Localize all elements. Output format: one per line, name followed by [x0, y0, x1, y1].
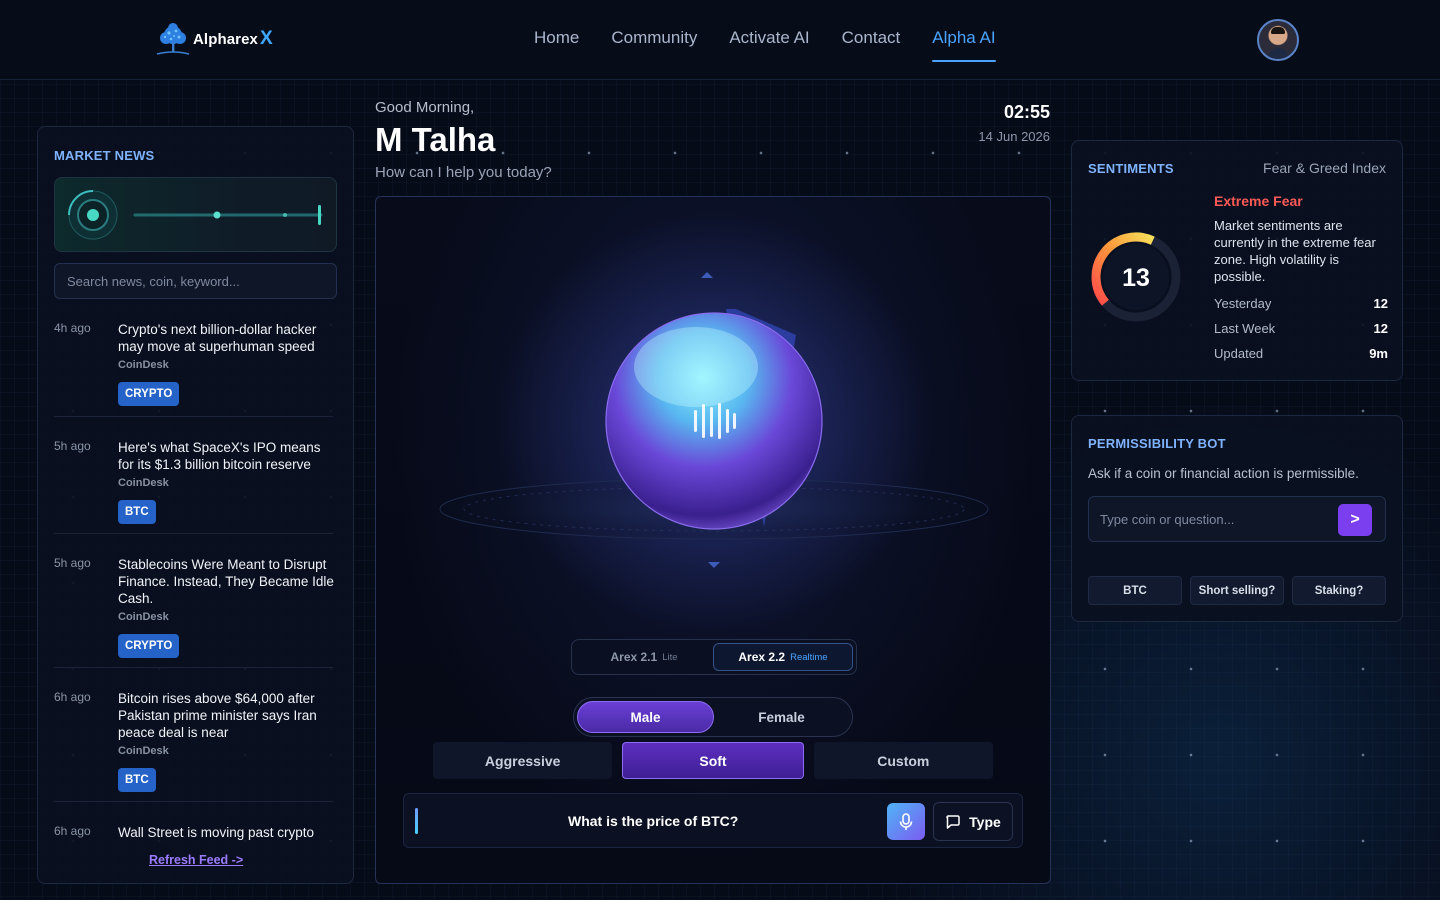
sentiment-level: Extreme Fear — [1214, 193, 1303, 209]
type-label: Type — [969, 813, 1001, 830]
fear-greed-label: Fear & Greed Index — [1263, 160, 1386, 176]
news-tag[interactable]: BTC — [118, 500, 156, 524]
news-item[interactable]: 4h ago Crypto's next billion-dollar hack… — [54, 321, 333, 417]
news-time: 5h ago — [54, 556, 91, 570]
voice-orb-visual — [376, 197, 1050, 632]
news-headline[interactable]: Crypto's next billion-dollar hacker may … — [118, 321, 336, 355]
permissibility-submit-button[interactable]: > — [1338, 504, 1372, 536]
permissibility-input[interactable] — [1100, 508, 1340, 530]
news-tag[interactable]: BTC — [118, 768, 156, 792]
news-tag[interactable]: CRYPTO — [118, 382, 180, 406]
nav-community[interactable]: Community — [611, 28, 697, 62]
stat-last-week: Last Week 12 — [1214, 321, 1388, 336]
current-query[interactable]: What is the price of BTC? — [568, 813, 738, 829]
model-option-arex-2-2[interactable]: Arex 2.2 Realtime — [713, 643, 853, 671]
model-name: Arex 2.2 — [738, 650, 786, 664]
chip-staking[interactable]: Staking? — [1292, 576, 1386, 605]
news-search-input[interactable] — [54, 263, 337, 299]
help-prompt: How can I help you today? — [375, 164, 552, 181]
news-time: 5h ago — [54, 439, 91, 453]
nav-contact[interactable]: Contact — [842, 28, 901, 62]
model-tier: Realtime — [790, 651, 828, 663]
stat-yesterday: Yesterday 12 — [1214, 296, 1388, 311]
news-source: CoinDesk — [118, 477, 169, 489]
user-avatar[interactable] — [1257, 19, 1299, 61]
news-source: CoinDesk — [118, 359, 169, 371]
chat-bubble-icon — [946, 814, 960, 829]
news-source: CoinDesk — [118, 611, 169, 623]
suggestion-chips: BTC Short selling? Staking? — [1088, 576, 1386, 605]
fear-greed-gauge: 13 — [1091, 232, 1181, 322]
stat-value: 9m — [1369, 346, 1388, 361]
voice-male-option[interactable]: Male — [577, 701, 714, 733]
news-item[interactable]: 5h ago Stablecoins Were Meant to Disrupt… — [54, 556, 336, 668]
greeting: Good Morning, — [375, 99, 475, 116]
voice-female-option[interactable]: Female — [714, 701, 849, 733]
permissibility-title: PERMISSIBILITY BOT — [1088, 436, 1226, 451]
chip-short-selling[interactable]: Short selling? — [1190, 576, 1284, 605]
stat-label: Yesterday — [1214, 296, 1272, 311]
nav-home[interactable]: Home — [534, 28, 579, 62]
tone-mode-selector: Aggressive Soft Custom — [433, 742, 993, 779]
market-news-panel: MARKET NEWS 4h ago Crypto's next billion… — [37, 126, 354, 884]
mode-aggressive[interactable]: Aggressive — [433, 742, 613, 779]
model-selector: Arex 2.1 Lite Arex 2.2 Realtime — [571, 639, 857, 675]
ask-bar[interactable]: What is the price of BTC? Type — [403, 793, 1023, 848]
clock-time: 02:55 — [1003, 102, 1050, 122]
input-cursor — [415, 808, 418, 834]
stat-updated: Updated 9m — [1214, 346, 1388, 361]
sentiment-description: Market sentiments are currently in the e… — [1214, 218, 1376, 284]
news-time: 6h ago — [54, 824, 91, 838]
gauge-value: 13 — [1122, 264, 1150, 292]
stat-value: 12 — [1373, 296, 1388, 311]
type-button[interactable]: Type — [933, 802, 1013, 841]
top-navigation-bar: Alpharex X Home Community Activate AI Co… — [0, 0, 1440, 80]
voice-gender-toggle: Male Female — [573, 697, 853, 737]
permissibility-bot-panel: PERMISSIBILITY BOT Ask if a coin or fina… — [1071, 415, 1403, 622]
clock-date: 14 Jun 2026 — [978, 129, 1050, 144]
nav-alpha-ai[interactable]: Alpha AI — [932, 28, 996, 62]
microphone-button[interactable] — [887, 803, 925, 840]
nav-activate-ai[interactable]: Activate AI — [729, 28, 809, 62]
news-headline[interactable]: Bitcoin rises above $64,000 after Pakist… — [118, 690, 336, 741]
news-headline[interactable]: Here's what SpaceX's IPO means for its $… — [118, 439, 336, 473]
brand-name: Alpharex — [193, 30, 258, 48]
audio-waveform-visualizer — [54, 177, 337, 252]
news-time: 4h ago — [54, 321, 91, 335]
news-headline[interactable]: Stablecoins Were Meant to Disrupt Financ… — [118, 556, 336, 607]
news-source: CoinDesk — [118, 745, 169, 757]
market-news-title: MARKET NEWS — [54, 148, 155, 163]
microphone-icon — [899, 812, 913, 830]
stat-label: Last Week — [1214, 321, 1276, 336]
news-item[interactable]: 6h ago Wall Street is moving past crypto — [54, 824, 333, 844]
sentiments-title: SENTIMENTS — [1088, 161, 1174, 176]
ai-assistant-stage: Arex 2.1 Lite Arex 2.2 Realtime Male Fem… — [375, 196, 1051, 884]
news-item[interactable]: 6h ago Bitcoin rises above $64,000 after… — [54, 690, 333, 802]
stat-label: Updated — [1214, 346, 1264, 361]
brand-logo[interactable]: Alpharex X — [155, 20, 273, 58]
model-tier: Lite — [662, 651, 678, 663]
news-tag[interactable]: CRYPTO — [118, 634, 180, 658]
brand-mark: X — [260, 28, 273, 49]
permissibility-input-wrap: > — [1088, 496, 1386, 542]
news-headline[interactable]: Wall Street is moving past crypto — [118, 824, 336, 841]
news-time: 6h ago — [54, 690, 91, 704]
brand-tree-icon — [156, 23, 190, 55]
main-nav: Home Community Activate AI Contact Alpha… — [534, 28, 996, 62]
mode-custom[interactable]: Custom — [813, 742, 993, 779]
user-name: M Talha — [375, 121, 496, 158]
model-option-arex-2-1[interactable]: Arex 2.1 Lite — [575, 643, 713, 671]
refresh-feed-link[interactable]: Refresh Feed -> — [149, 853, 243, 867]
news-item[interactable]: 5h ago Here's what SpaceX's IPO means fo… — [54, 439, 333, 534]
stat-value: 12 — [1373, 321, 1388, 336]
mode-soft[interactable]: Soft — [622, 742, 804, 779]
chip-btc[interactable]: BTC — [1088, 576, 1182, 605]
permissibility-subtitle: Ask if a coin or financial action is per… — [1088, 466, 1359, 481]
model-name: Arex 2.1 — [610, 650, 658, 664]
sentiments-panel: SENTIMENTS Fear & Greed Index 13 Extreme… — [1071, 140, 1403, 381]
